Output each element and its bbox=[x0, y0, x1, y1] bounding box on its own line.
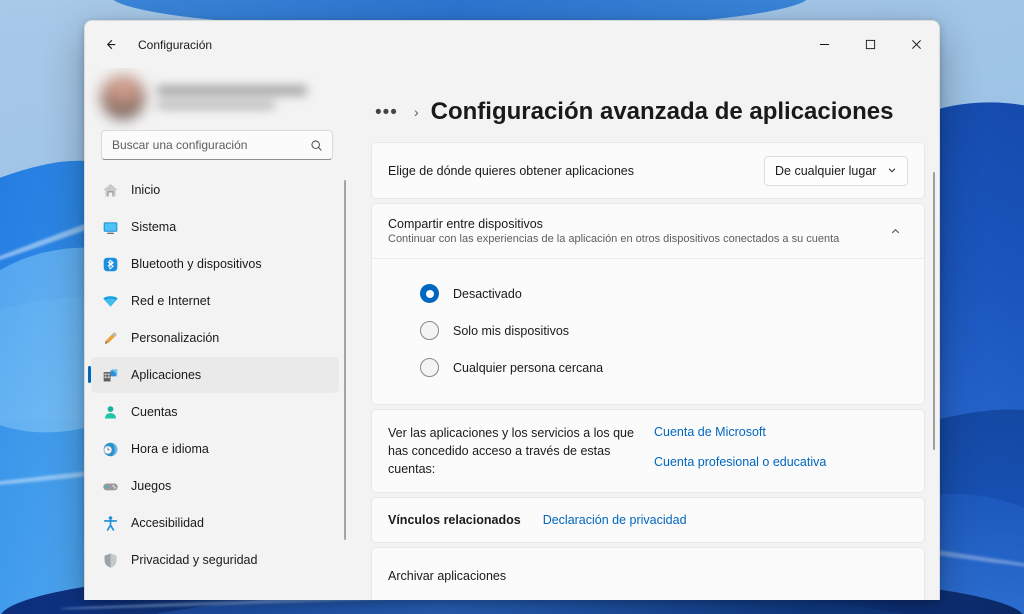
sidebar-item-aplicaciones[interactable]: Aplicaciones bbox=[88, 357, 339, 393]
sidebar-item-sistema[interactable]: Sistema bbox=[91, 209, 339, 245]
personalization-icon bbox=[101, 329, 119, 347]
related-links-row: Vínculos relacionados Declaración de pri… bbox=[372, 498, 924, 542]
profile-name-redacted bbox=[157, 85, 333, 109]
search-container bbox=[85, 130, 349, 172]
breadcrumb: ••• › Configuración avanzada de aplicaci… bbox=[371, 68, 925, 142]
related-links-title: Vínculos relacionados bbox=[388, 513, 521, 528]
close-icon[interactable] bbox=[893, 21, 939, 68]
sidebar-item-label: Personalización bbox=[131, 331, 220, 345]
share-across-devices-subtitle: Continuar con las experiencias de la apl… bbox=[388, 233, 840, 245]
sidebar-item-bluetooth[interactable]: Bluetooth y dispositivos bbox=[91, 246, 339, 282]
page-title: Configuración avanzada de aplicaciones bbox=[430, 98, 894, 125]
desktop-background: Configuración Buscar una configuración I… bbox=[0, 0, 1024, 614]
sidebar-item-label: Privacidad y seguridad bbox=[131, 553, 258, 567]
link-cuenta-de-microsoft[interactable]: Cuenta de Microsoft bbox=[654, 425, 826, 439]
content-scrollbar[interactable] bbox=[933, 172, 935, 450]
sidebar-item-label: Bluetooth y dispositivos bbox=[131, 257, 262, 271]
settings-window: Configuración Buscar una configuración I… bbox=[84, 20, 940, 600]
breadcrumb-separator-icon: › bbox=[413, 104, 419, 120]
back-arrow-icon[interactable] bbox=[94, 29, 126, 61]
sidebar-item-hora-idioma[interactable]: Hora e idioma bbox=[91, 431, 339, 467]
chevron-down-icon bbox=[887, 164, 897, 178]
maximize-icon[interactable] bbox=[847, 21, 893, 68]
link-declaracion-de-privacidad[interactable]: Declaración de privacidad bbox=[543, 513, 687, 527]
sidebar-item-personalizacion[interactable]: Personalización bbox=[91, 320, 339, 356]
time-language-icon bbox=[101, 440, 119, 458]
related-links-card: Vínculos relacionados Declaración de pri… bbox=[371, 497, 925, 544]
radio-option-cualquier-persona-cercana[interactable]: Cualquier persona cercana bbox=[372, 349, 924, 386]
sidebar-item-accesibilidad[interactable]: Accesibilidad bbox=[91, 505, 339, 541]
home-icon bbox=[101, 181, 119, 199]
radio-label: Desactivado bbox=[453, 286, 522, 301]
sidebar-item-label: Red e Internet bbox=[131, 294, 211, 308]
search-box[interactable] bbox=[101, 130, 333, 160]
radio-indicator bbox=[420, 321, 439, 340]
radio-label: Solo mis dispositivos bbox=[453, 323, 570, 338]
settings-cards: Elige de dónde quieres obtener aplicacio… bbox=[371, 142, 925, 600]
sidebar-scrollbar[interactable] bbox=[344, 180, 346, 540]
radio-label: Cualquier persona cercana bbox=[453, 360, 604, 375]
accounts-access-card: Ver las aplicaciones y los servicios a l… bbox=[371, 409, 925, 494]
sidebar-item-label: Sistema bbox=[131, 220, 177, 234]
search-icon bbox=[310, 139, 323, 152]
sidebar-item-juegos[interactable]: Juegos bbox=[91, 468, 339, 504]
radio-indicator bbox=[420, 358, 439, 377]
breadcrumb-overflow-icon[interactable]: ••• bbox=[371, 101, 402, 124]
accounts-links: Cuenta de Microsoft Cuenta profesional o… bbox=[654, 424, 826, 469]
sidebar-item-label: Hora e idioma bbox=[131, 442, 209, 456]
app-source-card: Elige de dónde quieres obtener aplicacio… bbox=[371, 142, 925, 199]
link-cuenta-profesional-o-educativa[interactable]: Cuenta profesional o educativa bbox=[654, 455, 826, 469]
search-input[interactable] bbox=[102, 138, 332, 152]
sidebar-item-label: Cuentas bbox=[131, 405, 178, 419]
minimize-icon[interactable] bbox=[801, 21, 847, 68]
user-profile[interactable] bbox=[85, 68, 349, 130]
accounts-access-row: Ver las aplicaciones y los servicios a l… bbox=[372, 410, 924, 492]
sidebar-item-privacidad-seguridad[interactable]: Privacidad y seguridad bbox=[91, 542, 339, 578]
app-source-value: De cualquier lugar bbox=[775, 163, 877, 178]
sidebar-item-red-internet[interactable]: Red e Internet bbox=[91, 283, 339, 319]
title-bar: Configuración bbox=[85, 21, 939, 68]
apps-icon bbox=[101, 366, 119, 384]
sidebar-item-label: Juegos bbox=[131, 479, 172, 493]
bluetooth-icon bbox=[101, 255, 119, 273]
app-source-row: Elige de dónde quieres obtener aplicacio… bbox=[372, 143, 924, 198]
app-source-label: Elige de dónde quieres obtener aplicacio… bbox=[388, 163, 635, 178]
radio-indicator bbox=[420, 284, 439, 303]
archive-apps-row: Archivar aplicaciones bbox=[372, 548, 924, 600]
sidebar-item-label: Aplicaciones bbox=[131, 368, 202, 382]
share-across-devices-card: Compartir entre dispositivos Continuar c… bbox=[371, 203, 925, 405]
sidebar-item-label: Accesibilidad bbox=[131, 516, 204, 530]
network-icon bbox=[101, 292, 119, 310]
sidebar: Inicio Sistema Bluetooth y dispositivos bbox=[85, 68, 349, 600]
window-title: Configuración bbox=[138, 37, 213, 52]
sidebar-nav: Inicio Sistema Bluetooth y dispositivos bbox=[85, 172, 349, 600]
radio-option-solo-mis-dispositivos[interactable]: Solo mis dispositivos bbox=[372, 312, 924, 349]
share-across-devices-options: Desactivado Solo mis dispositivos Cualqu… bbox=[372, 258, 924, 404]
share-across-devices-title: Compartir entre dispositivos bbox=[388, 217, 543, 231]
accounts-access-label: Ver las aplicaciones y los servicios a l… bbox=[388, 426, 634, 477]
gaming-icon bbox=[101, 477, 119, 495]
system-icon bbox=[101, 218, 119, 236]
avatar bbox=[101, 75, 145, 119]
archive-apps-card[interactable]: Archivar aplicaciones bbox=[371, 547, 925, 600]
sidebar-item-label: Inicio bbox=[131, 183, 161, 197]
accounts-icon bbox=[101, 403, 119, 421]
window-controls bbox=[801, 21, 939, 68]
archive-apps-label: Archivar aplicaciones bbox=[388, 568, 507, 583]
content-area: ••• › Configuración avanzada de aplicaci… bbox=[349, 68, 939, 600]
sidebar-item-inicio[interactable]: Inicio bbox=[91, 172, 339, 208]
chevron-up-icon[interactable] bbox=[882, 218, 908, 244]
app-source-dropdown[interactable]: De cualquier lugar bbox=[764, 155, 908, 186]
radio-option-desactivado[interactable]: Desactivado bbox=[372, 275, 924, 312]
sidebar-item-cuentas[interactable]: Cuentas bbox=[91, 394, 339, 430]
share-across-devices-header[interactable]: Compartir entre dispositivos Continuar c… bbox=[372, 204, 924, 258]
privacy-security-icon bbox=[101, 551, 119, 569]
accessibility-icon bbox=[101, 514, 119, 532]
